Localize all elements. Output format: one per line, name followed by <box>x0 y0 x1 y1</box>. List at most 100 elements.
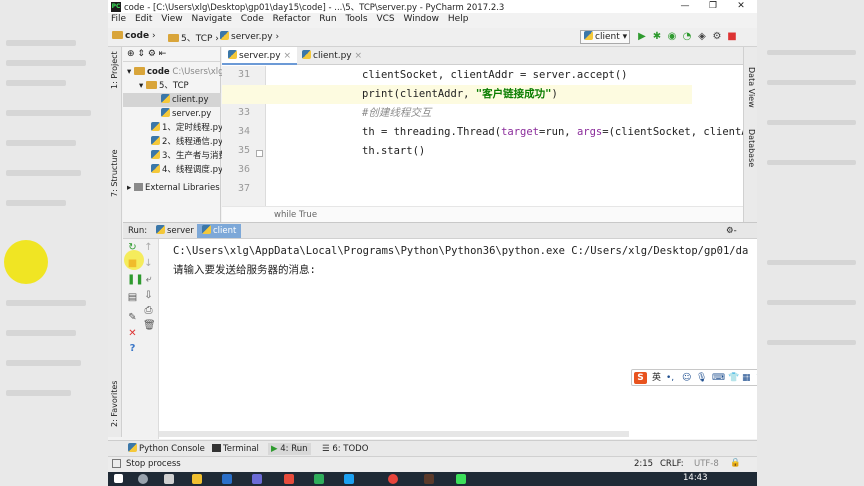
up-arrow-icon[interactable]: ↑ <box>143 242 154 253</box>
close-icon[interactable]: ✕ <box>127 328 138 339</box>
vscode-icon[interactable] <box>344 474 354 484</box>
ime-lang-toggle[interactable]: 英 <box>652 372 661 384</box>
task-view-icon[interactable] <box>164 474 174 484</box>
file-encoding[interactable]: UTF-8 <box>694 459 719 469</box>
trash-icon[interactable]: 🗑 <box>143 320 156 331</box>
menu-window[interactable]: Window <box>401 13 443 24</box>
app-icon[interactable] <box>252 474 262 484</box>
menu-code[interactable]: Code <box>238 13 267 24</box>
concurrency-icon[interactable]: ◈ <box>696 31 708 43</box>
app-icon[interactable] <box>424 474 434 484</box>
run-toolbar: ↻ ↑ ■ ↓ ❚❚ ⤶ ▤ ⇩ ⎙ ✎ 🗑 ✕ ? <box>123 239 159 439</box>
tool-window-data-view[interactable]: Data View <box>747 67 756 108</box>
print-icon[interactable]: ⎙ <box>143 305 154 316</box>
search-icon[interactable] <box>138 474 148 484</box>
tool-window-database[interactable]: Database <box>747 129 756 167</box>
app-icon[interactable] <box>314 474 324 484</box>
menu-file[interactable]: File <box>108 13 129 24</box>
soft-wrap-icon[interactable]: ⤶ <box>143 274 154 285</box>
hide-icon[interactable]: ⇤ <box>159 49 167 59</box>
tree-item-server-py[interactable]: server.py <box>161 107 211 121</box>
run-tab-client[interactable]: client <box>197 224 242 238</box>
keyboard-icon[interactable]: ⌨ <box>712 372 725 384</box>
tab-terminal[interactable]: Terminal <box>212 443 259 455</box>
pycharm-taskbar-icon[interactable] <box>456 474 466 484</box>
emoji-icon[interactable]: ☺ <box>682 372 691 384</box>
tree-item-thread-communication[interactable]: 2、线程通信.py <box>151 135 223 149</box>
menu-tools[interactable]: Tools <box>342 13 370 24</box>
close-window-button[interactable]: ✕ <box>727 0 755 13</box>
run-configuration-select[interactable]: client ▾ <box>580 30 630 44</box>
code-area[interactable]: clientSocket, clientAddr = server.accept… <box>222 66 757 206</box>
folder-icon <box>133 67 145 75</box>
stop-icon[interactable]: ■ <box>726 31 738 43</box>
tab-todo[interactable]: ☰ 6: TODO <box>322 443 368 455</box>
tool-window-structure[interactable]: 7: Structure <box>110 149 119 197</box>
line-separator[interactable]: CRLF: <box>660 459 684 469</box>
maximize-button[interactable]: ❐ <box>699 0 727 13</box>
tree-item-producer-consumer[interactable]: 3、生产者与消费 <box>151 149 227 163</box>
menu-edit[interactable]: Edit <box>132 13 155 24</box>
skin-icon[interactable]: 👕 <box>728 372 739 384</box>
cursor-position[interactable]: 2:15 <box>634 459 653 469</box>
file-explorer-icon[interactable] <box>192 474 202 484</box>
menu-vcs[interactable]: VCS <box>373 13 397 24</box>
project-panel: ⊕ ⇕ ⚙ ⇤ ▾ code C:\Users\xlg ▾ 5、TCP clie… <box>123 47 227 222</box>
breadcrumb-code[interactable]: code › <box>112 31 156 41</box>
tree-item-thread-scheduling[interactable]: 4、线程调度.py <box>151 163 223 177</box>
tree-item-tcp[interactable]: ▾ 5、TCP <box>139 79 189 93</box>
tree-root[interactable]: ▾ code C:\Users\xlg <box>127 65 224 79</box>
tree-item-timer-thread[interactable]: 1、定时线程.py <box>151 121 223 135</box>
tab-run[interactable]: ▶ 4: Run <box>268 443 311 455</box>
app-icon[interactable] <box>284 474 294 484</box>
horizontal-scrollbar[interactable] <box>159 431 629 437</box>
profile-icon[interactable]: ◔ <box>681 31 693 43</box>
python-file-icon <box>161 108 170 117</box>
menu-run[interactable]: Run <box>316 13 339 24</box>
wrench-icon[interactable]: 🔧 <box>756 372 757 384</box>
scroll-end-icon[interactable]: ⇩ <box>143 290 154 301</box>
pin-icon[interactable]: ✎ <box>127 312 138 323</box>
tab-client-py[interactable]: client.py × <box>296 47 368 65</box>
breadcrumb-tcp[interactable]: 5、TCP › <box>168 31 219 44</box>
dump-threads-icon[interactable]: ▤ <box>127 292 138 303</box>
down-arrow-icon[interactable]: ↓ <box>143 258 154 269</box>
chrome-icon[interactable] <box>388 474 398 484</box>
menu-view[interactable]: View <box>158 13 185 24</box>
help-icon[interactable]: ? <box>127 343 138 354</box>
debug-icon[interactable]: ✱ <box>651 31 663 43</box>
tree-item-external-libraries[interactable]: ▸ External Libraries <box>127 181 220 195</box>
minimize-button[interactable]: — <box>671 0 699 13</box>
edge-icon[interactable] <box>222 474 232 484</box>
windows-start-icon[interactable] <box>114 474 123 483</box>
tab-server-py[interactable]: server.py × <box>222 47 297 65</box>
tab-python-console[interactable]: Python Console <box>128 443 205 455</box>
close-tab-icon[interactable]: × <box>283 51 291 61</box>
microphone-icon[interactable]: 🎙 <box>696 372 707 384</box>
tree-item-client-py[interactable]: client.py <box>123 93 221 107</box>
collapse-icon[interactable]: ⇕ <box>137 49 145 59</box>
run-icon[interactable]: ▶ <box>636 31 648 43</box>
python-file-icon <box>156 225 165 234</box>
sogou-ime-icon[interactable]: S <box>634 372 647 384</box>
menu-help[interactable]: Help <box>445 13 472 24</box>
run-settings-icon[interactable]: ⚙- <box>721 224 742 238</box>
pause-icon[interactable]: ❚❚ <box>127 274 144 285</box>
toolbox-icon[interactable]: ▦ <box>742 372 751 384</box>
lock-icon[interactable]: 🔒 <box>730 458 741 468</box>
tool-window-favorites[interactable]: 2: Favorites <box>110 381 119 427</box>
punctuation-icon[interactable]: •, <box>666 372 674 384</box>
menu-navigate[interactable]: Navigate <box>188 13 234 24</box>
python-file-icon <box>202 225 211 234</box>
settings-icon[interactable]: ⚙ <box>711 31 723 43</box>
layout-toggle-icon[interactable] <box>112 459 121 468</box>
menu-refactor[interactable]: Refactor <box>270 13 314 24</box>
close-tab-icon[interactable]: × <box>355 51 363 61</box>
sync-icon[interactable]: ⊕ <box>127 49 135 59</box>
coverage-icon[interactable]: ◉ <box>666 31 678 43</box>
tool-window-project[interactable]: 1: Project <box>110 51 119 89</box>
editor-breadcrumb[interactable]: while True <box>222 206 743 222</box>
breadcrumb-server-py[interactable]: server.py › <box>220 31 279 42</box>
gear-icon[interactable]: ⚙ <box>148 49 156 59</box>
console-output[interactable]: C:\Users\xlg\AppData\Local\Programs\Pyth… <box>173 242 748 280</box>
